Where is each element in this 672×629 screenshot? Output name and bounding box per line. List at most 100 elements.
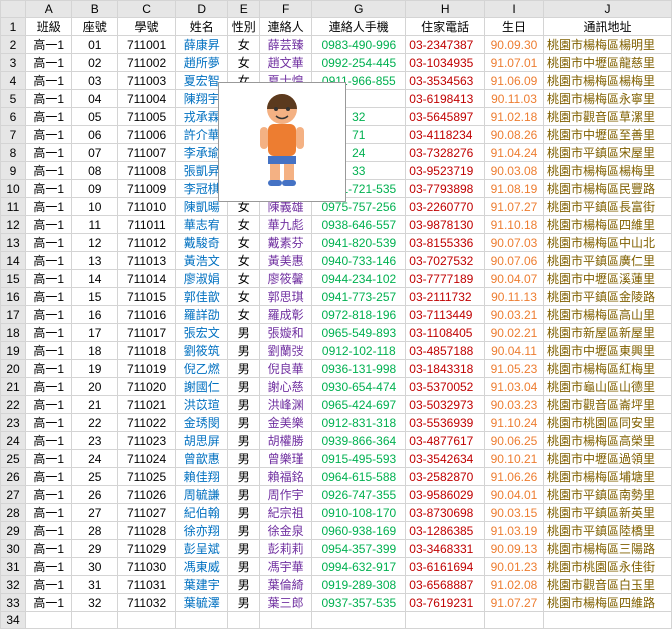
cell-seat[interactable]: 27 [72, 504, 118, 522]
row-header-3[interactable]: 3 [1, 54, 26, 72]
cell-id[interactable]: 711001 [118, 36, 176, 54]
col-header-G[interactable]: G [312, 1, 406, 18]
cell-class[interactable]: 高一1 [26, 108, 72, 126]
cell-seat[interactable]: 02 [72, 54, 118, 72]
cell-contact[interactable]: 洪峰渊 [260, 396, 312, 414]
cell-id[interactable]: 711023 [118, 432, 176, 450]
cell-addr[interactable]: 桃園市平鎮區南勢里 [543, 486, 671, 504]
cell-gender[interactable]: 女 [228, 36, 260, 54]
cell-class[interactable]: 高一1 [26, 594, 72, 612]
cell-contact[interactable]: 胡權勝 [260, 432, 312, 450]
header-H[interactable]: 住家電話 [406, 18, 485, 36]
cell-class[interactable]: 高一1 [26, 198, 72, 216]
cell-class[interactable]: 高一1 [26, 306, 72, 324]
cell-seat[interactable]: 05 [72, 108, 118, 126]
row-header-9[interactable]: 9 [1, 162, 26, 180]
cell-gender[interactable]: 男 [228, 540, 260, 558]
cell-mobile[interactable]: 0938-646-557 [312, 216, 406, 234]
cell-gender[interactable]: 男 [228, 414, 260, 432]
cell-bday[interactable]: 90.03.08 [485, 162, 544, 180]
cell-bday[interactable]: 90.06.25 [485, 432, 544, 450]
cell-addr[interactable]: 桃園市桃園區永佳街 [543, 558, 671, 576]
cell-addr[interactable]: 桃園市中壢區過領里 [543, 450, 671, 468]
cell-id[interactable]: 711015 [118, 288, 176, 306]
cell-class[interactable]: 高一1 [26, 126, 72, 144]
cell-mobile[interactable]: 0936-131-998 [312, 360, 406, 378]
row-header-11[interactable]: 11 [1, 198, 26, 216]
cell-contact[interactable]: 倪良華 [260, 360, 312, 378]
cell-id[interactable]: 711021 [118, 396, 176, 414]
cell-bday[interactable]: 90.09.13 [485, 540, 544, 558]
cell-id[interactable]: 711031 [118, 576, 176, 594]
cell-phone[interactable]: 03-3534563 [406, 72, 485, 90]
cell-id[interactable]: 711029 [118, 540, 176, 558]
cell-class[interactable]: 高一1 [26, 396, 72, 414]
cell-bday[interactable]: 90.08.26 [485, 126, 544, 144]
cell-mobile[interactable]: 0964-615-588 [312, 468, 406, 486]
cell-bday[interactable]: 91.10.18 [485, 216, 544, 234]
cell-phone[interactable]: 03-3542634 [406, 450, 485, 468]
cell-addr[interactable]: 桃園市平鎮區金陵路 [543, 288, 671, 306]
cell-bday[interactable]: 91.08.19 [485, 180, 544, 198]
row-header-19[interactable]: 19 [1, 342, 26, 360]
cell-gender[interactable]: 男 [228, 450, 260, 468]
row-header-28[interactable]: 28 [1, 504, 26, 522]
cell-name[interactable]: 郭佳歆 [176, 288, 228, 306]
cell-mobile[interactable]: 0994-632-917 [312, 558, 406, 576]
cell-addr[interactable]: 桃園市楊梅區三陽路 [543, 540, 671, 558]
cell-name[interactable]: 洪苡瑄 [176, 396, 228, 414]
row-header-6[interactable]: 6 [1, 108, 26, 126]
cell-mobile[interactable]: 0926-747-355 [312, 486, 406, 504]
cell-id[interactable]: 711020 [118, 378, 176, 396]
cell-class[interactable]: 高一1 [26, 558, 72, 576]
cell-addr[interactable]: 桃園市楊梅區埔塘里 [543, 468, 671, 486]
cell-gender[interactable]: 男 [228, 342, 260, 360]
cell-contact[interactable]: 羅成彰 [260, 306, 312, 324]
cell-addr[interactable]: 桃園市觀音區白玉里 [543, 576, 671, 594]
cell-seat[interactable]: 10 [72, 198, 118, 216]
cell-name[interactable]: 劉筱筑 [176, 342, 228, 360]
cell-class[interactable]: 高一1 [26, 522, 72, 540]
row-header-7[interactable]: 7 [1, 126, 26, 144]
cell-addr[interactable]: 桃園市楊梅區紅梅里 [543, 360, 671, 378]
col-header-I[interactable]: I [485, 1, 544, 18]
cell-id[interactable]: 711025 [118, 468, 176, 486]
cell-name[interactable]: 趙所夢 [176, 54, 228, 72]
cell-mobile[interactable]: 0960-938-169 [312, 522, 406, 540]
cell-id[interactable]: 711028 [118, 522, 176, 540]
row-header-16[interactable]: 16 [1, 288, 26, 306]
row-header-5[interactable]: 5 [1, 90, 26, 108]
cell-name[interactable]: 倪乙燃 [176, 360, 228, 378]
cell-addr[interactable]: 桃園市新屋區新屋里 [543, 324, 671, 342]
cell-phone[interactable]: 03-7328276 [406, 144, 485, 162]
cell-name[interactable]: 曾歆惠 [176, 450, 228, 468]
cell-class[interactable]: 高一1 [26, 180, 72, 198]
row-header-31[interactable]: 31 [1, 558, 26, 576]
cell-mobile[interactable]: 0983-490-996 [312, 36, 406, 54]
cell-bday[interactable]: 90.04.07 [485, 270, 544, 288]
corner-cell[interactable] [1, 1, 26, 18]
cell-class[interactable]: 高一1 [26, 324, 72, 342]
col-header-B[interactable]: B [72, 1, 118, 18]
cell-addr[interactable]: 桃園市楊梅區四維路 [543, 594, 671, 612]
row-header-20[interactable]: 20 [1, 360, 26, 378]
cell-addr[interactable]: 桃園市龜山區山德里 [543, 378, 671, 396]
cell-phone[interactable]: 03-1286385 [406, 522, 485, 540]
cell-mobile[interactable]: 0941-820-539 [312, 234, 406, 252]
cell-contact[interactable]: 薛芸臻 [260, 36, 312, 54]
cell-phone[interactable]: 03-9523719 [406, 162, 485, 180]
cell-bday[interactable]: 90.03.21 [485, 306, 544, 324]
cell-class[interactable]: 高一1 [26, 162, 72, 180]
header-G[interactable]: 連絡人手機 [312, 18, 406, 36]
cell-mobile[interactable]: 0944-234-102 [312, 270, 406, 288]
cell-addr[interactable]: 桃園市楊梅區高榮里 [543, 432, 671, 450]
cell-phone[interactable]: 03-9586029 [406, 486, 485, 504]
cell-mobile[interactable]: 0910-108-170 [312, 504, 406, 522]
cell-addr[interactable]: 桃園市平鎮區宋屋里 [543, 144, 671, 162]
cell-id[interactable]: 711003 [118, 72, 176, 90]
cell-gender[interactable]: 男 [228, 324, 260, 342]
cell-name[interactable]: 廖淑娟 [176, 270, 228, 288]
cell-id[interactable]: 711007 [118, 144, 176, 162]
cell-phone[interactable]: 03-2260770 [406, 198, 485, 216]
cell-phone[interactable]: 03-4118234 [406, 126, 485, 144]
